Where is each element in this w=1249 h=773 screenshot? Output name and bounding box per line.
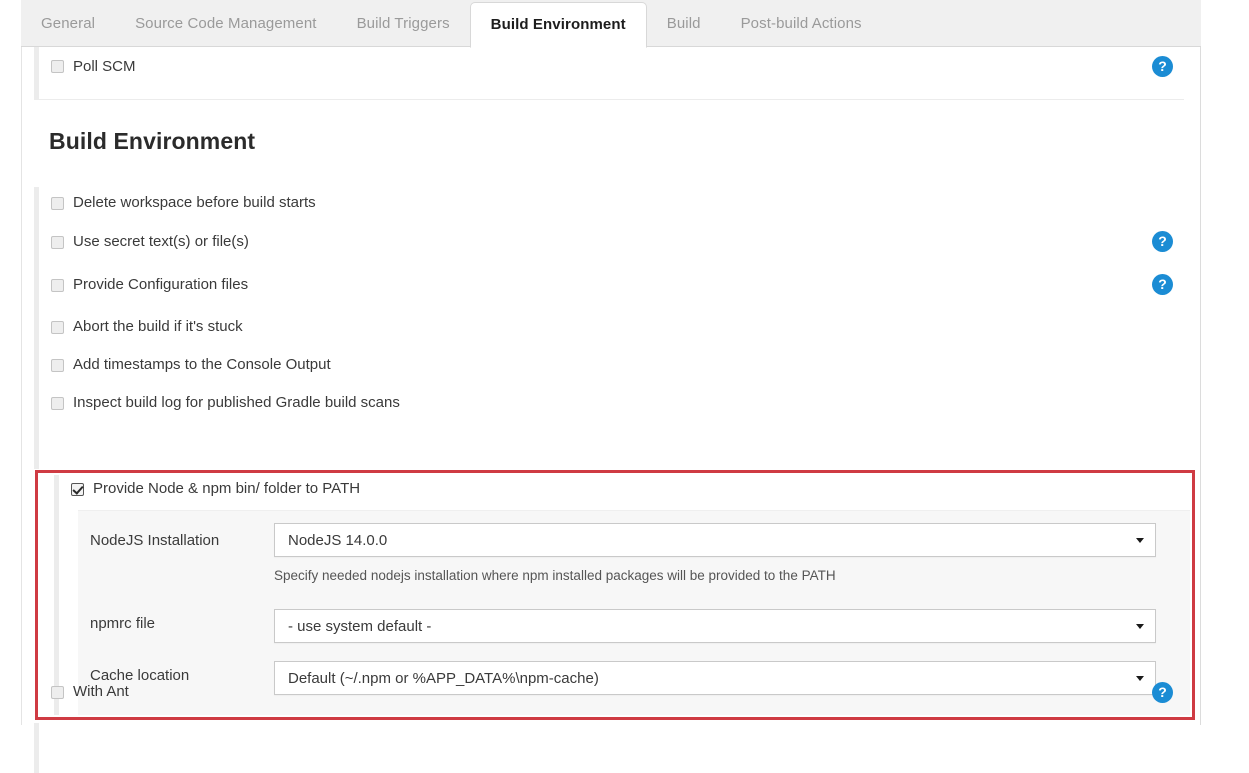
label-inspect-build-log: Inspect build log for published Gradle b… [73, 394, 400, 411]
label-abort-build-if-stuck: Abort the build if it's stuck [73, 318, 243, 335]
cache-location-label: Cache location [90, 667, 190, 684]
options-guide-bar [34, 187, 39, 469]
nodejs-installation-label: NodeJS Installation [90, 532, 220, 549]
chevron-down-icon [1136, 676, 1144, 681]
label-with-ant: With Ant [73, 683, 129, 700]
checkbox-delete-workspace[interactable] [51, 197, 64, 210]
nodejs-fields-subpanel: NodeJS Installation NodeJS 14.0.0 Specif… [78, 510, 1190, 715]
checkbox-use-secret-text-or-files[interactable] [51, 236, 64, 249]
poll-scm-label: Poll SCM [73, 58, 136, 75]
nodejs-installation-select[interactable]: NodeJS 14.0.0 [274, 523, 1156, 557]
nodejs-build-wrapper-section: Provide Node & npm bin/ folder to PATH N… [40, 475, 1190, 715]
nodejs-guide-bar [54, 475, 59, 715]
poll-scm-divider [34, 99, 1184, 100]
tab-source-code-management-label: Source Code Management [135, 15, 317, 32]
tab-bar: General Source Code Management Build Tri… [0, 0, 1249, 48]
poll-scm-guide-bar [34, 47, 39, 99]
tab-list: General Source Code Management Build Tri… [21, 0, 882, 48]
label-add-timestamps: Add timestamps to the Console Output [73, 356, 331, 373]
label-delete-workspace: Delete workspace before build starts [73, 194, 316, 211]
with-ant-help-icon[interactable]: ? [1152, 682, 1173, 703]
build-environment-panel: Poll SCM ? Build Environment Delete work… [21, 47, 1201, 773]
checkbox-inspect-build-log[interactable] [51, 397, 64, 410]
chevron-down-icon [1136, 538, 1144, 543]
page-title: Build Environment [49, 128, 256, 154]
tab-build-triggers[interactable]: Build Triggers [337, 0, 470, 47]
use-secret-help-icon[interactable]: ? [1152, 231, 1173, 252]
tab-build-environment-label: Build Environment [490, 16, 626, 33]
with-ant-guide-bar [34, 723, 39, 773]
nodejs-installation-value: NodeJS 14.0.0 [288, 531, 388, 549]
checkbox-add-timestamps[interactable] [51, 359, 64, 372]
label-provide-configuration-files: Provide Configuration files [73, 276, 249, 293]
tab-build-environment[interactable]: Build Environment [469, 1, 647, 48]
poll-scm-help-icon[interactable]: ? [1152, 56, 1173, 77]
nodejs-installation-hint: Specify needed nodejs installation where… [274, 568, 836, 583]
tab-build[interactable]: Build [647, 0, 721, 47]
cache-location-value: Default (~/.npm or %APP_DATA%\npm-cache) [288, 669, 599, 687]
npmrc-file-label: npmrc file [90, 615, 156, 632]
label-use-secret-text-or-files: Use secret text(s) or file(s) [73, 233, 249, 250]
tab-build-label: Build [666, 15, 701, 32]
tab-post-build-actions[interactable]: Post-build Actions [721, 0, 882, 47]
npmrc-file-value: - use system default - [288, 617, 432, 635]
tab-general[interactable]: General [21, 0, 115, 47]
provide-config-help-icon[interactable]: ? [1152, 274, 1173, 295]
poll-scm-checkbox[interactable] [51, 60, 64, 73]
tab-general-label: General [41, 15, 96, 32]
cache-location-select[interactable]: Default (~/.npm or %APP_DATA%\npm-cache) [274, 661, 1156, 695]
tab-build-triggers-label: Build Triggers [356, 15, 450, 32]
chevron-down-icon [1136, 624, 1144, 629]
tab-source-code-management[interactable]: Source Code Management [115, 0, 336, 47]
label-provide-node-npm-bin-to-path: Provide Node & npm bin/ folder to PATH [93, 480, 361, 497]
checkbox-provide-node-npm-bin-to-path[interactable] [71, 483, 84, 496]
checkbox-abort-build-if-stuck[interactable] [51, 321, 64, 334]
checkbox-with-ant[interactable] [51, 686, 64, 699]
npmrc-file-select[interactable]: - use system default - [274, 609, 1156, 643]
checkbox-provide-configuration-files[interactable] [51, 279, 64, 292]
tab-post-build-actions-label: Post-build Actions [740, 15, 862, 32]
